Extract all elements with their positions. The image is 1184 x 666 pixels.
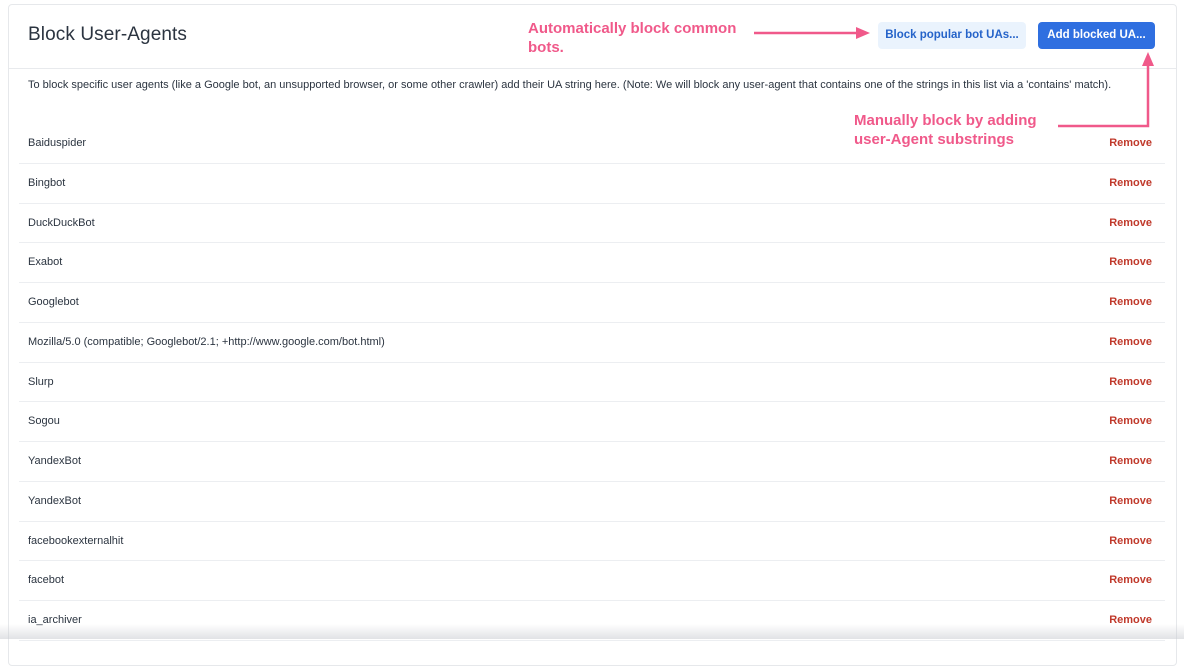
remove-button[interactable]: Remove: [1109, 363, 1152, 402]
user-agent-row: Googlebot Remove: [19, 283, 1165, 323]
user-agent-row: Mozilla/5.0 (compatible; Googlebot/2.1; …: [19, 323, 1165, 363]
annotation-manual-block: Manually block by adding user-Agent subs…: [854, 111, 1037, 149]
user-agent-row: Sogou Remove: [19, 402, 1165, 442]
user-agent-string: facebot: [28, 574, 65, 587]
remove-button[interactable]: Remove: [1109, 164, 1152, 203]
block-popular-bots-button[interactable]: Block popular bot UAs...: [878, 22, 1026, 49]
user-agent-string: Sogou: [28, 415, 60, 428]
remove-button[interactable]: Remove: [1109, 482, 1152, 521]
user-agent-string: facebookexternalhit: [28, 534, 124, 547]
annotation-auto-line2: bots.: [528, 39, 564, 56]
remove-button[interactable]: Remove: [1109, 522, 1152, 561]
user-agent-row: Exabot Remove: [19, 243, 1165, 283]
user-agent-string: Mozilla/5.0 (compatible; Googlebot/2.1; …: [28, 335, 385, 348]
user-agent-row: Bingbot Remove: [19, 164, 1165, 204]
remove-button[interactable]: Remove: [1109, 283, 1152, 322]
user-agent-string: Bingbot: [28, 176, 66, 189]
remove-button[interactable]: Remove: [1109, 561, 1152, 600]
remove-button[interactable]: Remove: [1109, 124, 1152, 163]
remove-button[interactable]: Remove: [1109, 204, 1152, 243]
user-agent-string: Googlebot: [28, 296, 79, 308]
user-agent-row: DuckDuckBot Remove: [19, 204, 1165, 244]
annotation-manual-line1: Manually block by adding: [854, 112, 1037, 129]
user-agent-string: Baiduspider: [28, 137, 87, 149]
user-agent-row: Slurp Remove: [19, 363, 1165, 403]
user-agent-row: YandexBot Remove: [19, 442, 1165, 482]
user-agent-row: facebot Remove: [19, 561, 1165, 601]
user-agent-row: facebookexternalhit Remove: [19, 522, 1165, 562]
remove-button[interactable]: Remove: [1109, 402, 1152, 441]
remove-button[interactable]: Remove: [1109, 243, 1152, 282]
block-user-agents-panel: Block User-Agents Block popular bot UAs.…: [8, 4, 1177, 666]
user-agent-list: Baiduspider Remove Bingbot Remove DuckDuckBo…: [19, 124, 1165, 641]
user-agent-string: YandexBot: [28, 455, 82, 467]
remove-button[interactable]: Remove: [1109, 323, 1152, 362]
user-agent-string: DuckDuckBot: [28, 216, 95, 229]
user-agent-string: YandexBot: [28, 494, 82, 507]
add-blocked-ua-button[interactable]: Add blocked UA...: [1038, 22, 1155, 49]
annotation-manual-line2: user-Agent substrings: [854, 131, 1015, 148]
description-text: To block specific user agents (like a Go…: [28, 79, 1112, 91]
annotation-auto-block: Automatically block common bots.: [528, 19, 736, 57]
user-agent-string: Exabot: [28, 256, 63, 269]
bottom-fade: [0, 624, 1184, 639]
user-agent-row: YandexBot Remove: [19, 482, 1165, 522]
annotation-auto-line1: Automatically block common: [528, 20, 737, 37]
remove-button[interactable]: Remove: [1109, 442, 1152, 481]
page-title: Block User-Agents: [28, 24, 188, 45]
user-agent-string: Slurp: [28, 375, 54, 388]
